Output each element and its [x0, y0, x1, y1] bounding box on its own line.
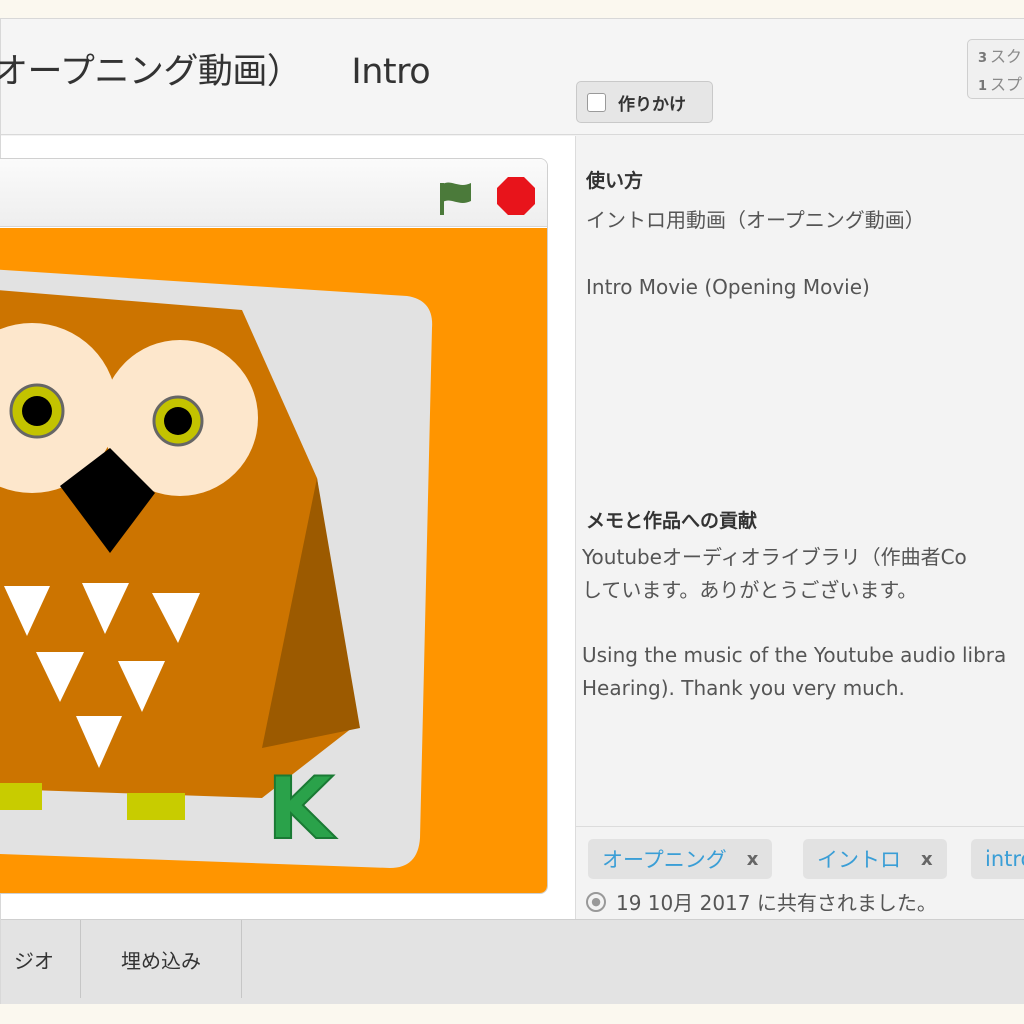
tag-remove-button[interactable]: x [747, 849, 759, 870]
project-info-panel: 使い方 イントロ用動画（オープニング動画） Intro Movie (Openi… [575, 136, 1024, 919]
tag-intro-jp[interactable]: イントロ x [803, 839, 947, 879]
project-stats: 3 スク 1 スプ [967, 39, 1024, 99]
tag-label[interactable]: オープニング [602, 844, 727, 874]
card-letter: K [267, 759, 337, 859]
add-to-studio-button[interactable]: ジオ [1, 920, 81, 998]
draft-label: 作りかけ [618, 94, 686, 115]
project-title-en: Intro [351, 52, 431, 92]
project-player: K [0, 158, 548, 894]
player-panel: K [0, 136, 575, 919]
stat-scripts: 3 スク [978, 47, 1023, 66]
shared-date-text: 19 10月 2017 に共有されました。 [616, 891, 937, 915]
page-background [0, 1004, 1024, 1024]
project-title-jp: オープニング動画） [0, 52, 302, 92]
tag-remove-button[interactable]: x [921, 849, 933, 870]
embed-label: 埋め込み [121, 948, 201, 973]
tag-intro[interactable]: intro [971, 839, 1024, 879]
stop-icon[interactable] [496, 176, 536, 216]
green-flag-icon[interactable] [437, 177, 475, 217]
instructions-text-en: Intro Movie (Opening Movie) [586, 275, 870, 299]
project-stage[interactable]: K [0, 228, 547, 893]
notes-line-3: Using the music of the Youtube audio lib… [582, 643, 1007, 667]
stat-sprites: 1 スプ [978, 75, 1023, 94]
tag-label[interactable]: イントロ [817, 844, 901, 874]
tag-label[interactable]: intro [985, 847, 1024, 871]
add-to-studio-label: ジオ [14, 948, 54, 973]
project-page: オープニング動画） Intro 作りかけ 3 スク 1 スプ K 使い方 イント… [0, 18, 1024, 1005]
footer-actions: ジオ 埋め込み [1, 919, 1024, 1005]
notes-line-2: しています。ありがとうございます。 [582, 578, 918, 602]
notes-line-4: Hearing). Thank you very much. [582, 676, 905, 700]
notes-line-1: Youtubeオーディオライブラリ（作曲者Co [582, 545, 967, 569]
tags-bar: オープニング x イントロ x intro ● 19 10月 2017 に共有さ… [576, 826, 1024, 915]
project-title[interactable]: オープニング動画） Intro [0, 43, 431, 94]
share-icon: ● [586, 891, 606, 912]
instructions-text-jp: イントロ用動画（オープニング動画） [586, 208, 925, 232]
embed-button[interactable]: 埋め込み [81, 920, 242, 998]
owl-foot-right [127, 793, 185, 820]
owl-card-illustration: K [0, 269, 433, 868]
project-header: オープニング動画） Intro 作りかけ 3 スク 1 スプ [0, 19, 1024, 135]
owl-foot-left [0, 783, 42, 810]
draft-checkbox[interactable] [587, 92, 606, 112]
tag-opening[interactable]: オープニング x [588, 839, 773, 879]
notes-heading: メモと作品への貢献 [586, 510, 758, 532]
instructions-heading: 使い方 [586, 170, 644, 192]
draft-toggle-button[interactable]: 作りかけ [576, 81, 713, 123]
player-controls [0, 159, 547, 227]
shared-date: ● 19 10月 2017 に共有されました。 [586, 887, 937, 916]
